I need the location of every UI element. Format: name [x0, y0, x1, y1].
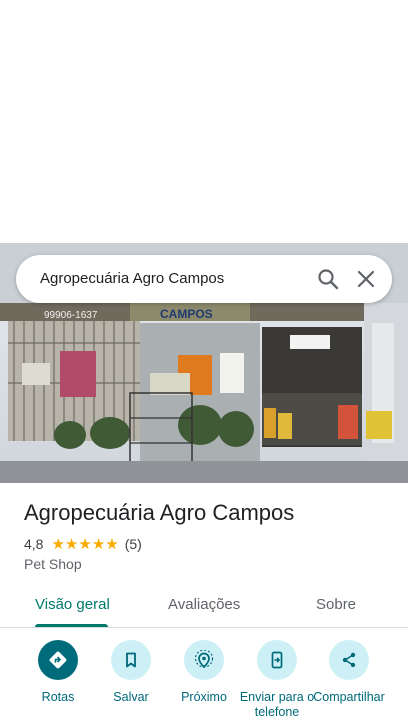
star-icon: ★: [78, 535, 92, 553]
tab-reviews[interactable]: Avaliações: [168, 596, 240, 613]
place-title: Agropecuária Agro Campos: [24, 500, 295, 525]
map-area-blank: [0, 0, 408, 243]
share-icon: [329, 640, 369, 680]
store-sign-text: CAMPOS: [160, 307, 213, 321]
send-to-phone-icon: [257, 640, 297, 680]
directions-label: Rotas: [41, 690, 75, 704]
star-icon: ★: [105, 535, 119, 553]
rating-value: 4,8: [24, 536, 44, 552]
save-label: Salvar: [113, 690, 149, 704]
save-button[interactable]: Salvar: [91, 640, 171, 705]
bookmark-icon: [111, 640, 151, 680]
share-label: Compartilhar: [313, 690, 385, 704]
star-rating: ★ ★ ★ ★ ★: [51, 536, 118, 552]
star-icon: ★: [64, 535, 79, 553]
tab-overview[interactable]: Visão geral: [35, 596, 110, 613]
star-icon: ★: [91, 535, 106, 553]
close-icon[interactable]: [354, 267, 378, 291]
directions-button[interactable]: Rotas: [18, 640, 98, 705]
rating-row[interactable]: 4,8 ★ ★ ★ ★ ★ (5): [24, 536, 142, 552]
action-bar: Rotas Salvar Próximo Enviar para o telef…: [0, 640, 408, 726]
star-icon: ★: [51, 535, 65, 553]
send-to-phone-button[interactable]: Enviar para o telefone: [237, 640, 317, 720]
tab-about[interactable]: Sobre: [316, 596, 356, 613]
search-bar[interactable]: Agropecuária Agro Campos: [16, 255, 392, 303]
search-query-text[interactable]: Agropecuária Agro Campos: [40, 270, 224, 287]
review-count[interactable]: (5): [125, 536, 142, 552]
store-phone-text: 99906-1637: [44, 310, 98, 321]
active-tab-indicator: [35, 624, 108, 627]
nearby-button[interactable]: Próximo: [164, 640, 244, 705]
search-icon[interactable]: [316, 267, 340, 291]
nearby-icon: [184, 640, 224, 680]
place-category[interactable]: Pet Shop: [24, 556, 82, 572]
place-tabs: Visão geral Avaliações Sobre: [0, 582, 408, 628]
send-to-phone-label: Enviar para o telefone: [239, 690, 315, 719]
share-button[interactable]: Compartilhar: [309, 640, 389, 705]
directions-icon: [38, 640, 78, 680]
nearby-label: Próximo: [181, 690, 227, 704]
